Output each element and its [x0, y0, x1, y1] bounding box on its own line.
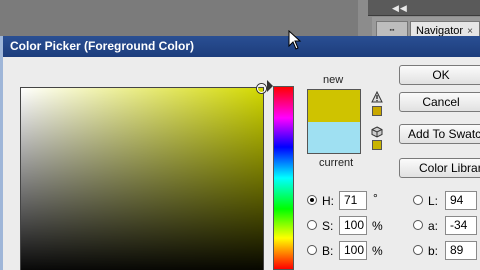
hue-unit: °: [373, 191, 378, 205]
lab-l-radio[interactable]: [413, 195, 423, 205]
lab-l-field[interactable]: 94: [445, 191, 477, 210]
color-picker-dialog: Color Picker (Foreground Color) new curr…: [0, 36, 480, 270]
lab-l-label: L:: [428, 194, 439, 208]
lab-b-radio[interactable]: [413, 245, 423, 255]
lab-a-radio[interactable]: [413, 220, 423, 230]
hue-slider[interactable]: [273, 86, 294, 270]
web-safe-color-swatch[interactable]: [372, 140, 382, 150]
web-cube-icon[interactable]: [371, 126, 383, 138]
lab-b-label: b:: [428, 244, 439, 258]
saturation-brightness-field[interactable]: [20, 84, 266, 270]
color-field-marker[interactable]: [257, 84, 266, 93]
current-color-swatch[interactable]: [307, 122, 361, 154]
lab-a-label: a:: [428, 219, 439, 233]
current-color-label: current: [319, 157, 354, 169]
hue-field[interactable]: 71: [339, 191, 367, 210]
color-libraries-button[interactable]: Color Libraries: [399, 158, 480, 178]
lab-b-field[interactable]: 89: [445, 241, 477, 260]
cancel-button[interactable]: Cancel: [399, 92, 480, 112]
gamut-warning-icon[interactable]: [371, 91, 383, 103]
saturation-unit: %: [372, 219, 383, 233]
dialog-title[interactable]: Color Picker (Foreground Color): [3, 36, 480, 57]
hue-radio[interactable]: [307, 195, 317, 205]
new-color-label: new: [323, 74, 344, 86]
brightness-field[interactable]: 100: [339, 241, 367, 260]
panel-collapse-bar[interactable]: ◀◀: [368, 0, 480, 16]
ok-button[interactable]: OK: [399, 65, 480, 85]
saturation-radio[interactable]: [307, 220, 317, 230]
brightness-unit: %: [372, 244, 383, 258]
add-to-swatches-button[interactable]: Add To Swatches: [399, 124, 480, 144]
hue-label: H:: [322, 194, 334, 208]
brightness-label: B:: [322, 244, 334, 258]
saturation-label: S:: [322, 219, 334, 233]
cursor-icon: [288, 30, 302, 50]
gamut-color-swatch[interactable]: [372, 106, 382, 116]
saturation-field[interactable]: 100: [339, 216, 367, 235]
lab-a-field[interactable]: -34: [445, 216, 477, 235]
new-color-swatch: [307, 89, 361, 122]
brightness-radio[interactable]: [307, 245, 317, 255]
